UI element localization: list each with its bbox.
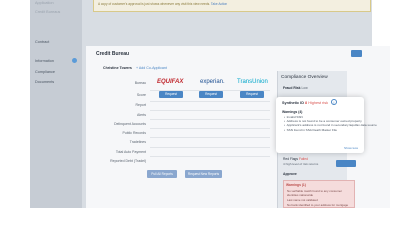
notice-banner: A copy of customer's approval is just sh… [93, 0, 371, 12]
approve-label: Approve [283, 172, 297, 176]
transunion-logo: TransUnion [237, 79, 268, 85]
experian-logo: experian. [200, 79, 225, 85]
row-label-total-auto-payment: Total Auto Payment [115, 150, 146, 154]
row-divider [150, 110, 270, 111]
row-divider [150, 156, 270, 157]
sidebar-item-documents[interactable]: Documents [35, 80, 54, 84]
fraud-risk-label: Fraud Risk [283, 86, 301, 90]
pull-all-reports-button[interactable]: Pull All Reports [147, 170, 177, 178]
notice-link[interactable]: Take Action [211, 2, 227, 6]
sidebar-item-credit-bureaus[interactable]: Credit Bureaus [35, 10, 60, 14]
credit-bureau-title: Credit Bureau [96, 51, 130, 57]
row-divider [150, 137, 270, 138]
fraud-risk-value: Low [301, 86, 308, 90]
compliance-title: Compliance Overview [281, 75, 328, 80]
sidebar: Application Credit Bureaus Contract Info… [30, 0, 82, 208]
sidebar-item-application[interactable]: Application [35, 1, 54, 5]
popup-warnings-title: Warnings (4) [282, 110, 303, 114]
fraud-risk: Fraud Risk Low [283, 86, 308, 90]
applicant-name[interactable]: Christine Towers [103, 66, 132, 70]
row-label-bureau: Bureau [134, 81, 146, 85]
red-flags-action-button[interactable] [336, 160, 356, 167]
information-badge-icon [72, 58, 77, 63]
warning-item: Applicant's address is not found in seco… [284, 123, 377, 127]
red-flags-status: Failed [298, 157, 308, 161]
row-divider [150, 147, 270, 148]
experian-request-button[interactable]: Request [199, 91, 223, 98]
row-divider [150, 119, 270, 120]
transunion-request-button[interactable]: Request [240, 91, 264, 98]
warnings-box-item: No bank identified to your address for m… [287, 203, 349, 207]
warnings-box-item: Last name not validated [287, 198, 318, 202]
warning-item: SSN found in SSA Death Master File [284, 128, 360, 132]
row-divider [150, 101, 270, 102]
warnings-box: Warnings (1) No verifiable match found t… [283, 180, 355, 208]
equifax-request-button[interactable]: Request [159, 91, 183, 98]
request-new-reports-button[interactable]: Request New Reports [185, 170, 222, 178]
popup-title: Synthetic ID [282, 101, 304, 105]
row-label-delinquent: Delinquent Accounts [114, 122, 146, 126]
add-coapplicant-link[interactable]: + Add Co-Applicant [136, 66, 167, 70]
show-less-link[interactable]: Show less [344, 146, 358, 150]
popup-risk: Highest risk [308, 101, 329, 105]
warnings-box-title: Warnings (1) [286, 183, 306, 187]
sidebar-item-contract[interactable]: Contract [35, 40, 49, 44]
popup-warnings-list: Invalid SSN Address is not found to be a… [284, 115, 377, 132]
popup-header: Synthetic ID 8 Highest risk [282, 101, 328, 105]
sidebar-item-compliance[interactable]: Compliance [35, 70, 55, 74]
row-label-public-records: Public Records [122, 131, 146, 135]
popup-count: 8 [305, 101, 308, 105]
row-label-report: Report [135, 103, 146, 107]
red-flags-description: 4 high level of risk returns [283, 162, 319, 166]
row-label-alerts: Alerts [137, 113, 146, 117]
sidebar-item-information[interactable]: Information [35, 59, 54, 63]
row-label-tradelines: Tradelines [129, 140, 146, 144]
row-label-reported-debt: Reported Debt (Tradel) [110, 159, 146, 163]
equifax-logo: EQUIFAX [157, 79, 184, 85]
red-flags-label: Red Flags [283, 157, 299, 161]
synthetic-id-popup: Synthetic ID 8 Highest risk i Warnings (… [276, 97, 377, 153]
row-label-score: Score [136, 93, 146, 97]
panel-action-button[interactable] [351, 50, 362, 57]
row-divider [150, 128, 270, 129]
notice-text: A copy of customer's approval is just sh… [98, 2, 211, 6]
warnings-box-item: identities nationwide [287, 193, 314, 197]
red-flags: Red Flags Failed [283, 157, 308, 161]
info-icon[interactable]: i [331, 99, 337, 105]
